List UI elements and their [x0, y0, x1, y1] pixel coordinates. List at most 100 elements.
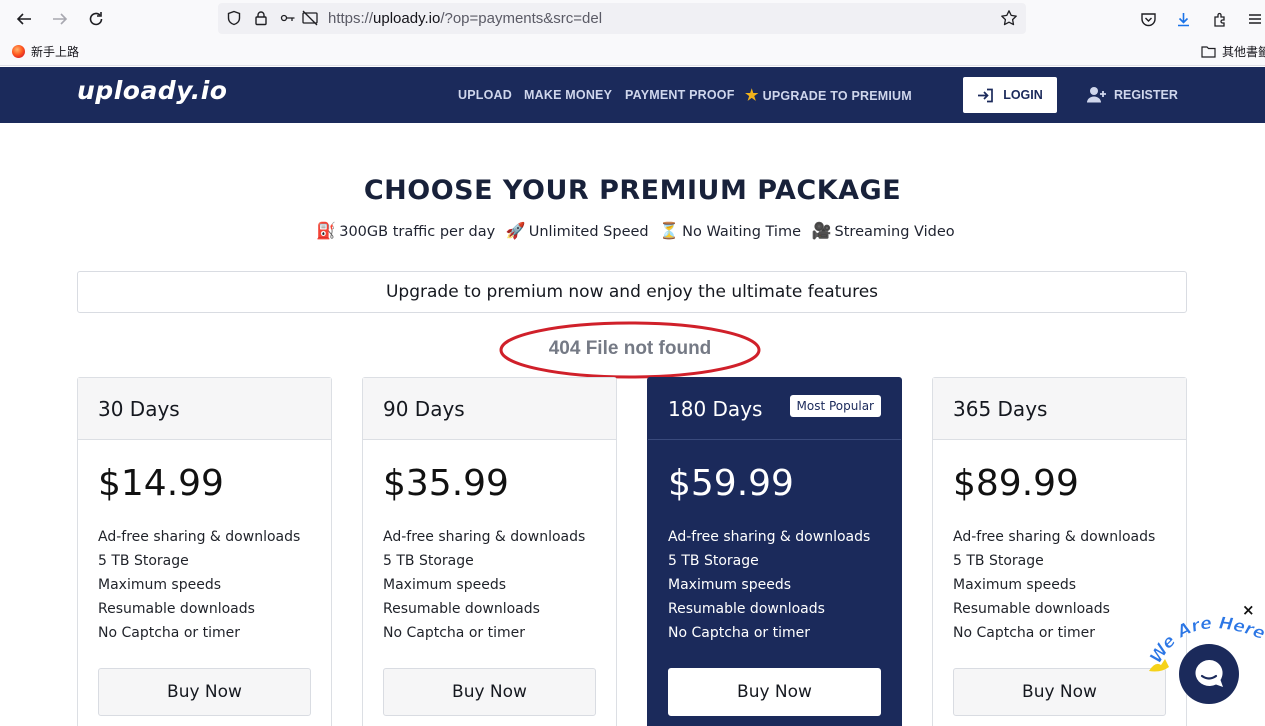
buy-now-button[interactable]: Buy Now — [668, 668, 881, 716]
video-camera-icon: 🎥 — [811, 221, 832, 240]
plan-feature: Resumable downloads — [953, 601, 1110, 617]
plan-feature: Maximum speeds — [383, 577, 507, 593]
forward-icon[interactable] — [50, 9, 70, 29]
plan-header: 180 Days Most Popular — [648, 378, 901, 440]
plan-card-90-days: 90 Days $35.99 Ad-free sharing & downloa… — [362, 377, 617, 726]
hourglass-icon: ⏳ — [659, 221, 680, 240]
url-text[interactable]: https://uploady.io/?op=payments&src=del — [328, 10, 602, 27]
plan-price: $89.99 — [953, 463, 1079, 504]
plan-price: $35.99 — [383, 463, 509, 504]
page-title: CHOOSE YOUR PREMIUM PACKAGE — [363, 175, 902, 206]
browser-toolbar: https://uploady.io/?op=payments&src=del — [0, 0, 1265, 38]
chat-open-button[interactable] — [1179, 644, 1239, 704]
feature-text: No Waiting Time — [682, 224, 802, 240]
url-bar[interactable]: https://uploady.io/?op=payments&src=del — [218, 3, 1026, 34]
tracking-shield-icon[interactable] — [225, 9, 243, 27]
downloads-icon[interactable] — [1173, 9, 1193, 29]
plan-header: 90 Days — [363, 378, 616, 440]
login-label: LOGIN — [1003, 88, 1043, 102]
rocket-icon: 🚀 — [505, 221, 526, 240]
error-message: 404 File not found — [548, 338, 712, 359]
fuel-pump-icon: ⛽ — [316, 221, 337, 240]
plan-feature: No Captcha or timer — [98, 625, 240, 641]
plan-feature: No Captcha or timer — [383, 625, 525, 641]
feature-text: Streaming Video — [834, 224, 955, 240]
login-button[interactable]: LOGIN — [963, 77, 1057, 113]
plan-title: 30 Days — [98, 397, 180, 421]
folder-icon — [1201, 46, 1216, 58]
plan-feature: Resumable downloads — [383, 601, 540, 617]
most-popular-badge: Most Popular — [789, 395, 881, 417]
plan-title: 90 Days — [383, 397, 465, 421]
plan-price: $59.99 — [668, 463, 794, 504]
nav-make-money[interactable]: MAKE MONEY — [524, 88, 612, 102]
buy-now-button[interactable]: Buy Now — [953, 668, 1166, 716]
back-icon[interactable] — [14, 9, 34, 29]
plan-feature: Ad-free sharing & downloads — [383, 529, 586, 545]
bookmark-label: 新手上路 — [31, 45, 80, 59]
permissions-icon[interactable] — [280, 9, 298, 27]
pocket-icon[interactable] — [1138, 9, 1158, 29]
promo-banner: Upgrade to premium now and enjoy the ult… — [77, 271, 1187, 313]
url-prefix: https:// — [328, 10, 374, 27]
menu-icon[interactable] — [1245, 9, 1265, 29]
plan-price: $14.99 — [98, 463, 224, 504]
plan-title: 365 Days — [953, 397, 1048, 421]
plan-feature: No Captcha or timer — [668, 625, 810, 641]
star-icon: ★ — [745, 87, 759, 104]
buy-now-button[interactable]: Buy Now — [98, 668, 311, 716]
nav-payment-proof[interactable]: PAYMENT PROOF — [625, 88, 735, 102]
plan-feature: Maximum speeds — [98, 577, 222, 593]
login-icon — [978, 88, 994, 102]
bookmark-label: 其他書籤 — [1222, 45, 1265, 59]
plan-header: 365 Days — [933, 378, 1186, 440]
plan-card-30-days: 30 Days $14.99 Ad-free sharing & downloa… — [77, 377, 332, 726]
plan-feature-list: Ad-free sharing & downloads 5 TB Storage… — [383, 527, 585, 647]
url-path: /?op=payments&src=del — [440, 10, 603, 27]
nav-upgrade-label: UPGRADE TO PREMIUM — [762, 89, 912, 103]
bookmark-star-icon[interactable] — [1000, 9, 1018, 27]
plan-feature-list: Ad-free sharing & downloads 5 TB Storage… — [98, 527, 300, 647]
lock-icon[interactable] — [252, 9, 270, 27]
feature-text: 300GB traffic per day — [339, 224, 496, 240]
plan-feature: 5 TB Storage — [98, 553, 189, 569]
bookmark-getting-started[interactable]: 新手上路 — [12, 43, 79, 60]
nav-upload[interactable]: UPLOAD — [458, 88, 512, 102]
plan-title: 180 Days — [668, 397, 763, 421]
buy-now-button[interactable]: Buy Now — [383, 668, 596, 716]
bookmarks-bar: 新手上路 其他書籤 — [0, 38, 1265, 66]
blocked-media-icon[interactable] — [301, 9, 319, 27]
plan-feature: 5 TB Storage — [383, 553, 474, 569]
reload-icon[interactable] — [86, 9, 106, 29]
plan-feature: Ad-free sharing & downloads — [953, 529, 1156, 545]
plan-feature-list: Ad-free sharing & downloads 5 TB Storage… — [668, 527, 870, 647]
feature-text: Unlimited Speed — [528, 224, 649, 240]
plan-feature: No Captcha or timer — [953, 625, 1095, 641]
plan-feature: Ad-free sharing & downloads — [668, 529, 871, 545]
nav-upgrade-premium[interactable]: ★ UPGRADE TO PREMIUM — [745, 86, 912, 104]
register-label: REGISTER — [1114, 87, 1178, 102]
chat-close-icon[interactable]: × — [1242, 601, 1255, 619]
feature-list: ⛽ 300GB traffic per day 🚀 Unlimited Speed … — [0, 221, 1265, 240]
plan-feature: Ad-free sharing & downloads — [98, 529, 301, 545]
plan-feature: 5 TB Storage — [668, 553, 759, 569]
user-plus-icon — [1087, 87, 1106, 103]
chat-bubble-icon — [1195, 659, 1223, 687]
plan-feature: 5 TB Storage — [953, 553, 1044, 569]
url-domain: uploady.io — [373, 10, 441, 27]
plan-header: 30 Days — [78, 378, 331, 440]
extensions-icon[interactable] — [1210, 9, 1230, 29]
plan-feature: Maximum speeds — [953, 577, 1077, 593]
plan-feature-list: Ad-free sharing & downloads 5 TB Storage… — [953, 527, 1155, 647]
plan-feature: Maximum speeds — [668, 577, 792, 593]
firefox-icon — [12, 45, 25, 58]
site-logo[interactable]: uploady.io — [77, 76, 227, 105]
site-header: uploady.io UPLOAD MAKE MONEY PAYMENT PRO… — [0, 67, 1265, 123]
plan-feature: Resumable downloads — [98, 601, 255, 617]
bookmark-other-folder[interactable]: 其他書籤 — [1201, 43, 1265, 60]
register-link[interactable]: REGISTER — [1087, 86, 1178, 103]
plan-feature: Resumable downloads — [668, 601, 825, 617]
plan-card-365-days: 365 Days $89.99 Ad-free sharing & downlo… — [932, 377, 1187, 726]
plan-card-180-days: 180 Days Most Popular $59.99 Ad-free sha… — [647, 377, 902, 726]
error-annotation: 404 File not found — [499, 321, 761, 379]
